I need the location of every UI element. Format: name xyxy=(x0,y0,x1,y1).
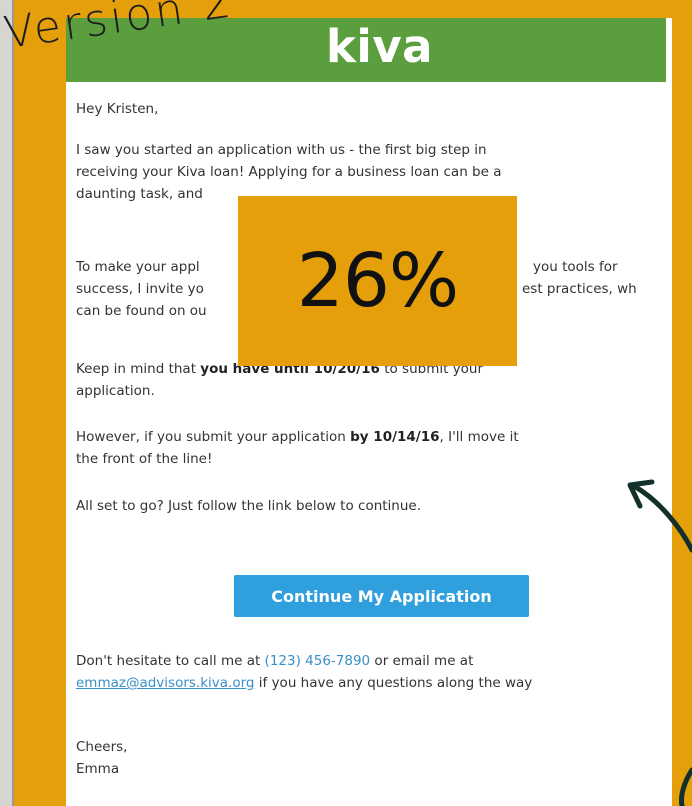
email-signature: Emma xyxy=(76,761,120,777)
stat-overlay: 26% xyxy=(238,196,517,366)
early-date: by 10/14/16 xyxy=(350,429,440,445)
kiva-logo: kiva xyxy=(326,20,434,73)
left-window-edge xyxy=(0,0,14,806)
email-paragraph-continue: All set to go? Just follow the link belo… xyxy=(76,498,422,514)
phone-link[interactable]: (123) 456-7890 xyxy=(265,653,371,669)
email-link[interactable]: emmaz@advisors.kiva.org xyxy=(76,675,254,691)
continue-application-button[interactable]: Continue My Application xyxy=(234,575,529,617)
annotation-arrow-icon xyxy=(627,479,692,806)
stat-value: 26% xyxy=(296,238,459,324)
email-body: kiva Hey Kristen, I saw you started an a… xyxy=(66,18,672,806)
email-signoff: Cheers, xyxy=(76,739,128,755)
email-greeting: Hey Kristen, xyxy=(76,101,159,117)
